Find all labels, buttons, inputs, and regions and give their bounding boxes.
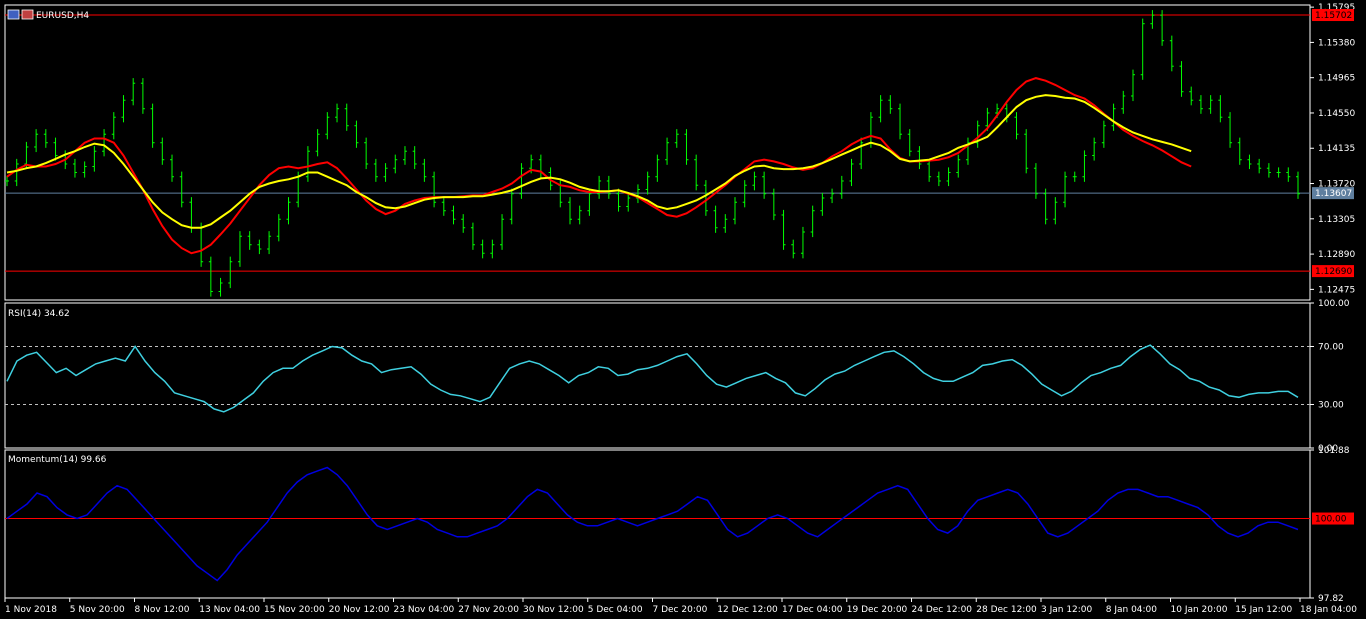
x-tick-label: 1 Nov 2018 — [5, 605, 57, 615]
x-tick-label: 18 Jan 04:00 — [1300, 605, 1357, 615]
y-tick-label: 1.12890 — [1318, 250, 1355, 260]
x-tick-label: 13 Nov 04:00 — [199, 605, 260, 615]
x-tick-label: 8 Nov 12:00 — [135, 605, 190, 615]
x-tick-label: 15 Nov 20:00 — [264, 605, 325, 615]
chart-background — [0, 0, 1366, 619]
y-tick-label: 1.14135 — [1318, 144, 1355, 154]
y-tick-label: 97.82 — [1318, 594, 1344, 604]
x-tick-label: 12 Dec 12:00 — [717, 605, 778, 615]
x-tick-label: 3 Jan 12:00 — [1041, 605, 1093, 615]
y-tick-label: 70.00 — [1318, 343, 1344, 353]
x-tick-label: 20 Nov 12:00 — [329, 605, 390, 615]
x-tick-label: 7 Dec 20:00 — [653, 605, 708, 615]
flag-icon — [21, 9, 34, 20]
x-tick-label: 5 Nov 20:00 — [70, 605, 125, 615]
x-tick-label: 23 Nov 04:00 — [394, 605, 455, 615]
y-tick-label: 1.12475 — [1318, 285, 1355, 295]
y-tick-label: 1.14550 — [1318, 109, 1355, 119]
x-tick-label: 8 Jan 04:00 — [1106, 605, 1158, 615]
y-tick-label: 1.15380 — [1318, 38, 1355, 48]
price-tag-label: 100.00 — [1315, 515, 1347, 525]
chart-canvas[interactable]: 1.157951.153801.149651.145501.141351.137… — [0, 0, 1366, 619]
x-tick-label: 17 Dec 04:00 — [782, 605, 843, 615]
price-tag-label: 1.13607 — [1315, 189, 1352, 199]
y-tick-label: 30.00 — [1318, 401, 1344, 411]
indicator-title: Momentum(14) 99.66 — [8, 455, 107, 465]
chart-title: EURUSD,H4 — [36, 11, 89, 21]
x-tick-label: 30 Nov 12:00 — [523, 605, 584, 615]
y-tick-label: 1.13305 — [1318, 215, 1355, 225]
indicator-title: RSI(14) 34.62 — [8, 309, 70, 319]
y-tick-label: 1.14965 — [1318, 74, 1355, 84]
x-tick-label: 28 Dec 12:00 — [976, 605, 1037, 615]
chart-icon — [7, 9, 20, 20]
x-tick-label: 5 Dec 04:00 — [588, 605, 643, 615]
x-tick-label: 10 Jan 20:00 — [1171, 605, 1228, 615]
x-tick-label: 15 Jan 12:00 — [1235, 605, 1292, 615]
price-tag-label: 1.15702 — [1315, 11, 1352, 21]
y-tick-label: 100.00 — [1318, 299, 1350, 309]
y-tick-label: 101.88 — [1318, 446, 1350, 456]
price-tag-label: 1.12690 — [1315, 267, 1352, 277]
x-tick-label: 24 Dec 12:00 — [912, 605, 973, 615]
x-tick-label: 19 Dec 20:00 — [847, 605, 908, 615]
x-tick-label: 27 Nov 20:00 — [458, 605, 519, 615]
